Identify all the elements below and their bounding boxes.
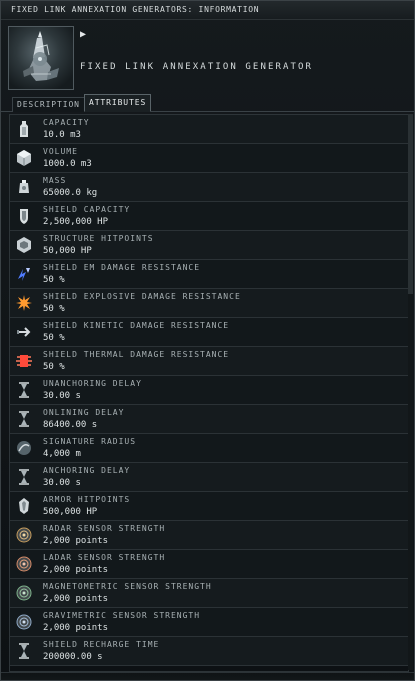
tab-attributes[interactable]: ATTRIBUTES [84,94,152,112]
item-header: ▶ FIXED LINK ANNEXATION GENERATOR [1,20,414,94]
mass-icon [14,177,34,197]
attribute-value: 500,000 HP [43,507,98,517]
tab-strip: DESCRIPTION ATTRIBUTES [1,94,414,112]
attribute-value: 10.0 m3 [43,130,81,140]
attribute-label: ONLINING DELAY [43,408,125,417]
volume-icon [14,148,34,168]
attribute-value: 50,000 HP [43,246,92,256]
attribute-value: 86400.00 s [43,420,98,430]
attribute-row-structure-hitpoints[interactable]: STRUCTURE HITPOINTS 50,000 HP [10,231,408,260]
hourglass-icon [14,409,34,429]
play-arrow-icon[interactable]: ▶ [80,29,92,41]
attribute-value: 50 % [43,275,65,285]
attribute-value: 50 % [43,304,65,314]
em-damage-icon [14,264,34,284]
attribute-label: STRUCTURE HITPOINTS [43,234,154,243]
attribute-row-radar-sensor-strength[interactable]: RADAR SENSOR STRENGTH 2,000 points [10,521,408,550]
attribute-label: RADAR SENSOR STRENGTH [43,524,166,533]
structure-icon [14,235,34,255]
attribute-label: SHIELD CAPACITY [43,205,131,214]
attribute-label: MAGNETOMETRIC SENSOR STRENGTH [43,582,212,591]
hourglass-icon [14,380,34,400]
attribute-row-unanchoring-delay[interactable]: UNANCHORING DELAY 30.00 s [10,376,408,405]
attribute-label: CAPACITY [43,118,90,127]
hourglass-icon [14,467,34,487]
attribute-value: 50 % [43,333,65,343]
thermal-damage-icon [14,351,34,371]
attribute-row-volume[interactable]: VOLUME 1000.0 m3 [10,144,408,173]
attribute-row-shield-thermal-resistance[interactable]: SHIELD THERMAL DAMAGE RESISTANCE 50 % [10,347,408,376]
attribute-label: GRAVIMETRIC SENSOR STRENGTH [43,611,201,620]
attribute-value: 2,000 points [43,536,109,546]
attribute-row-ladar-sensor-strength[interactable]: LADAR SENSOR STRENGTH 2,000 points [10,550,408,579]
attribute-label: ARMOR HITPOINTS [43,495,131,504]
attribute-value: 30.00 s [43,391,81,401]
capacity-icon [14,119,34,139]
attribute-row-shield-explosive-resistance[interactable]: SHIELD EXPLOSIVE DAMAGE RESISTANCE 50 % [10,289,408,318]
kinetic-damage-icon [14,322,34,342]
magnetometric-sensor-icon [14,583,34,603]
info-window: FIXED LINK ANNEXATION GENERATORS: INFORM… [0,0,415,681]
attribute-value: 2,000 points [43,623,109,633]
attribute-row-capacity[interactable]: CAPACITY 10.0 m3 [10,115,408,144]
attribute-value: 1000.0 m3 [43,159,92,169]
attribute-row-anchoring-delay[interactable]: ANCHORING DELAY 30.00 s [10,463,408,492]
attribute-row-shield-recharge-time[interactable]: SHIELD RECHARGE TIME 200000.00 s [10,637,408,666]
attribute-row-shield-capacity[interactable]: SHIELD CAPACITY 2,500,000 HP [10,202,408,231]
bottom-edge [1,672,414,680]
shield-icon [14,206,34,226]
explosive-damage-icon [14,293,34,313]
attribute-label: SHIELD RECHARGE TIME [43,640,160,649]
item-name: FIXED LINK ANNEXATION GENERATOR [80,62,314,72]
attribute-row-mass[interactable]: MASS 65000.0 kg [10,173,408,202]
attribute-value: 2,000 points [43,565,109,575]
attribute-value: 30.00 s [43,478,81,488]
attribute-label: SIGNATURE RADIUS [43,437,137,446]
tab-description[interactable]: DESCRIPTION [12,97,85,112]
hourglass-icon [14,641,34,661]
window-title: FIXED LINK ANNEXATION GENERATORS: INFORM… [1,1,414,20]
attribute-label: LADAR SENSOR STRENGTH [43,553,166,562]
scroll-thumb[interactable] [408,114,413,294]
attribute-row-gravimetric-sensor-strength[interactable]: GRAVIMETRIC SENSOR STRENGTH 2,000 points [10,608,408,637]
attribute-label: SHIELD EM DAMAGE RESISTANCE [43,263,201,272]
attribute-label: UNANCHORING DELAY [43,379,142,388]
scrollbar[interactable] [408,114,413,670]
attribute-label: SHIELD THERMAL DAMAGE RESISTANCE [43,350,230,359]
attribute-label: SHIELD EXPLOSIVE DAMAGE RESISTANCE [43,292,241,301]
attribute-row-shield-em-resistance[interactable]: SHIELD EM DAMAGE RESISTANCE 50 % [10,260,408,289]
armor-icon [14,496,34,516]
attributes-list: CAPACITY 10.0 m3 VOLUME 1000.0 m3 MASS 6… [9,114,409,672]
attribute-label: SHIELD KINETIC DAMAGE RESISTANCE [43,321,230,330]
attribute-row-shield-kinetic-resistance[interactable]: SHIELD KINETIC DAMAGE RESISTANCE 50 % [10,318,408,347]
attribute-row-magnetometric-sensor-strength[interactable]: MAGNETOMETRIC SENSOR STRENGTH 2,000 poin… [10,579,408,608]
attribute-value: 200000.00 s [43,652,103,662]
gravimetric-sensor-icon [14,612,34,632]
attribute-row-armor-hitpoints[interactable]: ARMOR HITPOINTS 500,000 HP [10,492,408,521]
item-thumbnail[interactable] [8,26,74,90]
attribute-row-signature-radius[interactable]: SIGNATURE RADIUS 4,000 m [10,434,408,463]
attribute-label: MASS [43,176,67,185]
attribute-label: VOLUME [43,147,78,156]
signature-radius-icon [14,438,34,458]
attribute-label: ANCHORING DELAY [43,466,131,475]
attribute-value: 4,000 m [43,449,81,459]
attribute-value: 2,500,000 HP [43,217,109,227]
ladar-sensor-icon [14,554,34,574]
annexation-generator-render [23,31,59,81]
radar-sensor-icon [14,525,34,545]
attribute-row-onlining-delay[interactable]: ONLINING DELAY 86400.00 s [10,405,408,434]
attribute-value: 50 % [43,362,65,372]
attribute-value: 65000.0 kg [43,188,98,198]
attribute-value: 2,000 points [43,594,109,604]
